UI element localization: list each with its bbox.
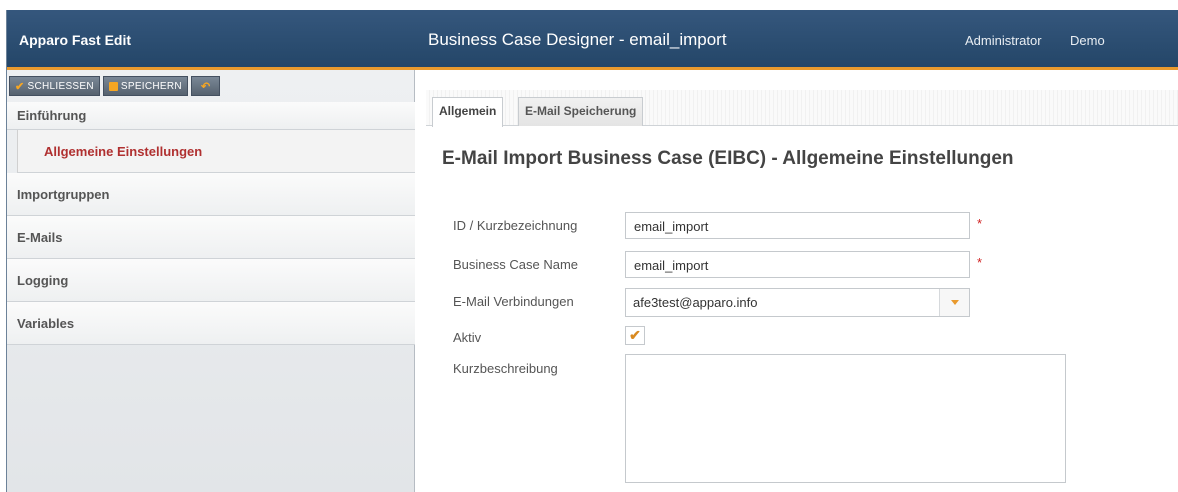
email-connections-select[interactable]: afe3test@apparo.info [625, 288, 970, 317]
user-role[interactable]: Administrator [965, 33, 1042, 48]
designer-title: Business Case Designer - email_import [428, 30, 727, 49]
sidebar-item-importgruppen[interactable]: Importgruppen [7, 173, 415, 216]
sidebar-item-logging[interactable]: Logging [7, 259, 415, 302]
active-checkbox[interactable]: ✔ [625, 326, 645, 345]
id-field[interactable]: email_import [625, 212, 970, 239]
description-label: Kurzbeschreibung [453, 361, 558, 376]
email-connections-label: E-Mail Verbindungen [453, 294, 574, 309]
toolbar: ✔ SCHLIESSEN SPEICHERN ↶ [9, 76, 221, 96]
required-marker: * [977, 216, 983, 231]
page-title: E-Mail Import Business Case (EIBC) - All… [442, 148, 1014, 169]
app-frame: Apparo Fast Edit Business Case Designer … [6, 10, 1178, 492]
sidebar-item-einfuehrung[interactable]: Einführung [7, 102, 415, 130]
app-title: Apparo Fast Edit [19, 32, 132, 48]
app-header: Apparo Fast Edit Business Case Designer … [7, 10, 1178, 70]
save-icon [108, 81, 118, 91]
save-button-label: SPEICHERN [120, 80, 182, 92]
sidebar-nav: Einführung Allgemeine Einstellungen Impo… [7, 102, 415, 345]
id-label: ID / Kurzbezeichnung [453, 218, 578, 233]
user-name[interactable]: Demo [1070, 33, 1105, 48]
chevron-down-icon[interactable] [939, 289, 969, 316]
tab-bar: Allgemein E-Mail Speicherung [426, 90, 1178, 127]
checkmark-icon: ✔ [629, 327, 641, 343]
checkmark-icon: ✔ [15, 80, 25, 93]
sidebar-item-emails[interactable]: E-Mails [7, 216, 415, 259]
sidebar-item-allgemeine-einstellungen[interactable]: Allgemeine Einstellungen [17, 130, 415, 173]
undo-button[interactable]: ↶ [190, 76, 221, 96]
active-label: Aktiv [453, 330, 482, 345]
undo-arrow-icon: ↶ [200, 80, 211, 93]
close-button[interactable]: ✔ SCHLIESSEN [9, 76, 100, 96]
sidebar-item-variables[interactable]: Variables [7, 302, 415, 345]
required-marker: * [977, 255, 983, 270]
tab-email-speicherung[interactable]: E-Mail Speicherung [518, 97, 644, 126]
email-connections-value: afe3test@apparo.info [633, 295, 758, 310]
close-button-label: SCHLIESSEN [27, 80, 94, 92]
tab-allgemein[interactable]: Allgemein [432, 97, 504, 127]
sidebar: ✔ SCHLIESSEN SPEICHERN ↶ Einführung Allg… [7, 70, 415, 492]
description-textarea[interactable] [625, 354, 1066, 483]
business-case-name-label: Business Case Name [453, 257, 578, 272]
save-button[interactable]: SPEICHERN [102, 76, 188, 96]
business-case-name-field[interactable]: email_import [625, 251, 970, 278]
main-content: Allgemein E-Mail Speicherung E-Mail Impo… [426, 70, 1178, 492]
